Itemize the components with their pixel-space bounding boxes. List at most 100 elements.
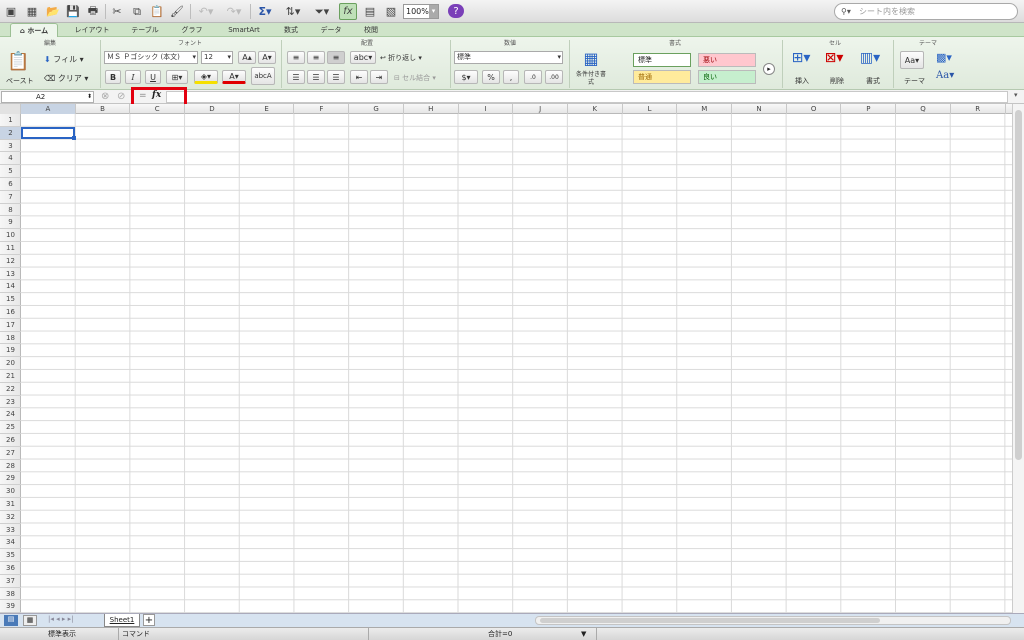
insert-label[interactable]: 挿入 bbox=[795, 76, 809, 86]
increase-indent-icon[interactable]: ⇥ bbox=[370, 70, 388, 84]
column-header-m[interactable]: M bbox=[677, 104, 733, 114]
redo-icon[interactable]: ↷▾ bbox=[222, 3, 246, 20]
row-header-28[interactable]: 28 bbox=[0, 460, 21, 473]
column-header-n[interactable]: N bbox=[732, 104, 787, 114]
tab-chart[interactable]: グラフ bbox=[172, 23, 212, 37]
format-label[interactable]: 書式 bbox=[866, 76, 880, 86]
delete-cells-icon[interactable]: ⊠▾ bbox=[822, 50, 846, 70]
font-name-select[interactable]: ＭＳ Ｐゴシック (本文) ▾ bbox=[104, 51, 198, 64]
align-bottom-icon[interactable]: ≡ bbox=[327, 51, 345, 64]
column-header-g[interactable]: G bbox=[349, 104, 404, 114]
row-header-23[interactable]: 23 bbox=[0, 396, 21, 409]
vertical-scrollbar[interactable] bbox=[1012, 104, 1024, 613]
row-header-27[interactable]: 27 bbox=[0, 447, 21, 460]
decrease-decimal-icon[interactable]: .00 bbox=[545, 70, 563, 84]
column-header-r[interactable]: R bbox=[951, 104, 1006, 114]
formula-builder-icon[interactable]: fx bbox=[339, 3, 357, 20]
wrap-text-button[interactable]: ↩ 折り返し ▾ bbox=[380, 53, 422, 63]
column-header-c[interactable]: C bbox=[130, 104, 186, 114]
row-header-26[interactable]: 26 bbox=[0, 434, 21, 447]
column-header-l[interactable]: L bbox=[623, 104, 678, 114]
column-header-b[interactable]: B bbox=[76, 104, 131, 114]
row-header-2[interactable]: 2 bbox=[0, 126, 21, 140]
row-header-7[interactable]: 7 bbox=[0, 191, 21, 204]
row-header-10[interactable]: 10 bbox=[0, 229, 21, 242]
sheet-search-input[interactable]: ⚲▾ シート内を検索 bbox=[834, 3, 1018, 20]
tab-review[interactable]: 校閲 bbox=[354, 23, 388, 37]
tab-formulas[interactable]: 数式 bbox=[276, 23, 306, 37]
formula-expand-icon[interactable]: ▾ bbox=[1014, 91, 1018, 99]
row-header-32[interactable]: 32 bbox=[0, 511, 21, 524]
theme-fonts-icon[interactable]: Aa▾ bbox=[936, 70, 958, 84]
comma-icon[interactable]: , bbox=[503, 70, 519, 84]
fill-color-icon[interactable]: ◈▾ bbox=[194, 70, 218, 84]
align-center-icon[interactable]: ☰ bbox=[307, 70, 325, 84]
row-header-3[interactable]: 3 bbox=[0, 140, 21, 153]
cell-grid[interactable] bbox=[21, 114, 1012, 613]
conditional-format-label[interactable]: 条件付き書式 bbox=[574, 71, 608, 87]
align-left-icon[interactable]: ☰ bbox=[287, 70, 305, 84]
clear-button[interactable]: ⌫ クリア ▾ bbox=[44, 73, 88, 84]
formula-input[interactable] bbox=[166, 91, 1008, 103]
column-header-j[interactable]: J bbox=[513, 104, 568, 114]
help-icon[interactable]: ? bbox=[448, 4, 464, 18]
paste-icon[interactable]: 📋 bbox=[148, 3, 166, 20]
format-painter-icon[interactable]: 🖌 bbox=[168, 3, 186, 20]
row-header-1[interactable]: 1 bbox=[0, 114, 21, 127]
format-cells-icon[interactable]: ▥▾ bbox=[858, 50, 882, 70]
row-header-8[interactable]: 8 bbox=[0, 204, 21, 217]
row-header-12[interactable]: 12 bbox=[0, 255, 21, 268]
save-icon[interactable]: 💾 bbox=[64, 3, 82, 20]
row-header-29[interactable]: 29 bbox=[0, 472, 21, 486]
number-format-select[interactable]: 標準 ▾ bbox=[454, 51, 563, 64]
row-header-21[interactable]: 21 bbox=[0, 370, 21, 383]
font-size-select[interactable]: 12 ▾ bbox=[201, 51, 233, 64]
insert-cells-icon[interactable]: ⊞▾ bbox=[789, 50, 813, 70]
gallery-icon[interactable]: ▦ bbox=[23, 3, 41, 20]
style-gallery-next-icon[interactable]: ▸ bbox=[763, 63, 775, 75]
row-header-36[interactable]: 36 bbox=[0, 562, 21, 575]
tab-table[interactable]: テーブル bbox=[122, 23, 168, 37]
row-header-30[interactable]: 30 bbox=[0, 485, 21, 498]
zoom-select[interactable]: 100% ▾ bbox=[403, 4, 439, 19]
tab-data[interactable]: データ bbox=[312, 23, 350, 37]
percent-icon[interactable]: % bbox=[482, 70, 500, 84]
row-header-13[interactable]: 13 bbox=[0, 268, 21, 281]
filter-icon[interactable]: ⏷▾ bbox=[310, 3, 334, 20]
row-header-19[interactable]: 19 bbox=[0, 344, 21, 358]
borders-icon[interactable]: ⊞▾ bbox=[166, 70, 188, 84]
delete-label[interactable]: 削除 bbox=[830, 76, 844, 86]
increase-decimal-icon[interactable]: .0 bbox=[524, 70, 542, 84]
text-orientation-button[interactable]: abc ▾ bbox=[350, 51, 376, 64]
copy-icon[interactable]: ⧉ bbox=[128, 3, 146, 20]
increase-font-icon[interactable]: A▴ bbox=[238, 51, 256, 64]
fill-button[interactable]: ⬇ フィル ▾ bbox=[44, 54, 84, 65]
name-box[interactable]: A2 ⬍ bbox=[1, 91, 94, 103]
cut-icon[interactable]: ✂ bbox=[108, 3, 126, 20]
column-header-p[interactable]: P bbox=[842, 104, 897, 114]
row-header-20[interactable]: 20 bbox=[0, 357, 21, 370]
sheet-tab-sheet1[interactable]: Sheet1 bbox=[104, 614, 140, 627]
paste-label[interactable]: ペースト bbox=[6, 76, 34, 86]
align-right-icon[interactable]: ☰ bbox=[327, 70, 345, 84]
row-header-22[interactable]: 22 bbox=[0, 383, 21, 396]
row-header-31[interactable]: 31 bbox=[0, 498, 21, 511]
style-neutral[interactable]: 普通 bbox=[633, 70, 691, 84]
column-header-i[interactable]: I bbox=[459, 104, 514, 114]
italic-icon[interactable]: I bbox=[125, 70, 141, 84]
row-header-37[interactable]: 37 bbox=[0, 575, 21, 588]
row-header-17[interactable]: 17 bbox=[0, 319, 21, 332]
conditional-format-icon[interactable]: ▦ bbox=[578, 49, 604, 69]
row-header-34[interactable]: 34 bbox=[0, 536, 21, 550]
column-header-h[interactable]: H bbox=[404, 104, 459, 114]
horizontal-scrollbar[interactable] bbox=[535, 616, 1011, 625]
style-bad[interactable]: 悪い bbox=[698, 53, 756, 67]
tab-layout[interactable]: レイアウト bbox=[66, 23, 118, 37]
accounting-icon[interactable]: $▾ bbox=[454, 70, 478, 84]
theme-label[interactable]: テーマ bbox=[904, 76, 925, 86]
column-header-a[interactable]: A bbox=[21, 104, 76, 114]
add-sheet-icon[interactable]: + bbox=[143, 614, 155, 626]
column-header-f[interactable]: F bbox=[295, 104, 350, 114]
row-header-14[interactable]: 14 bbox=[0, 280, 21, 294]
column-header-k[interactable]: K bbox=[568, 104, 623, 114]
